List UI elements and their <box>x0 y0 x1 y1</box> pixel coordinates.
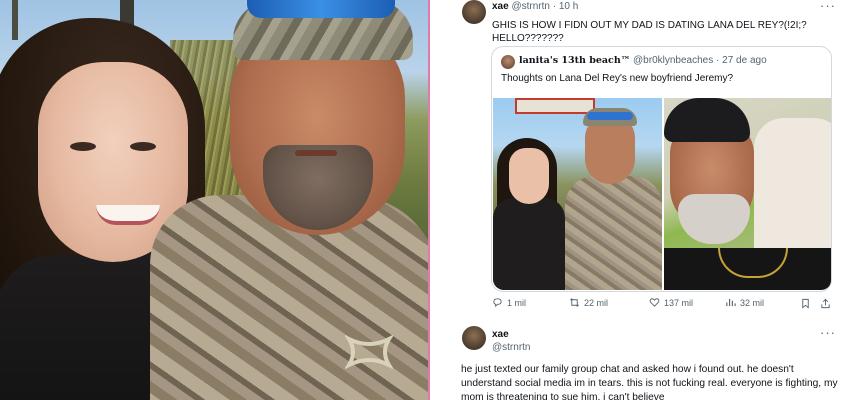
reply-count: 1 mil <box>507 297 527 308</box>
man-mouth <box>295 150 337 156</box>
avatar[interactable] <box>501 55 515 69</box>
retweet-count: 22 mil <box>584 297 609 308</box>
retweet-button[interactable]: 22 mil <box>569 297 608 308</box>
tweet-panel: xae @strnrtn · 10 h ··· GHIS IS HOW I FI… <box>432 0 860 400</box>
more-icon[interactable]: ··· <box>820 0 836 13</box>
woman-face <box>509 148 549 204</box>
separator: · <box>716 55 720 66</box>
views-icon <box>726 298 736 307</box>
avatar[interactable] <box>462 326 486 350</box>
view-count: 32 mil <box>740 297 765 308</box>
woman-smile <box>96 205 160 225</box>
man-black-cap <box>664 98 750 142</box>
tweet-text: he just texted our family group chat and… <box>461 364 838 400</box>
man-sunglasses <box>247 0 395 18</box>
man-camo-hoodie <box>565 176 662 290</box>
reply-button[interactable]: 1 mil <box>492 297 526 308</box>
like-icon <box>649 298 660 307</box>
tweet-text: GHIS IS HOW I FIDN OUT MY DAD IS DATING … <box>492 20 807 44</box>
woman-eye <box>130 142 156 151</box>
man-face <box>585 116 635 184</box>
separator: · <box>552 1 557 12</box>
tweet-actions: 1 mil 22 mil 137 mil 32 mil <box>492 297 832 313</box>
background-pole <box>12 0 18 40</box>
handle[interactable]: @strnrtn <box>492 342 531 353</box>
views-button[interactable]: 32 mil <box>725 297 764 308</box>
like-button[interactable]: 137 mil <box>649 297 693 308</box>
reply-icon <box>493 298 502 308</box>
background-sign <box>515 98 595 114</box>
pink-divider <box>428 0 430 400</box>
more-icon[interactable]: ··· <box>820 325 836 340</box>
handle[interactable]: @br0klynbeaches <box>633 55 713 66</box>
woman-eye <box>70 142 96 151</box>
photo-lana-and-man <box>0 0 430 400</box>
quoted-tweet[interactable]: lanita's 13th beach™ @br0klynbeaches · 2… <box>491 46 832 292</box>
avatar[interactable] <box>462 0 486 24</box>
under-armour-logo <box>345 335 393 369</box>
quoted-image-right[interactable] <box>664 98 831 290</box>
quoted-header: lanita's 13th beach™ @br0klynbeaches · 2… <box>519 55 767 66</box>
bookmark-icon[interactable] <box>800 298 811 309</box>
man-sunglasses <box>587 112 633 120</box>
woman-jacket <box>493 198 565 290</box>
handle[interactable]: @strnrtn <box>511 1 550 12</box>
quoted-text: Thoughts on Lana Del Rey's new boyfriend… <box>501 73 734 84</box>
display-name[interactable]: xae <box>492 329 509 340</box>
retweet-icon <box>570 298 579 307</box>
tweet-header: xae @strnrtn · 10 h <box>492 1 578 12</box>
display-name[interactable]: xae <box>492 1 509 12</box>
display-name[interactable]: lanita's 13th beach™ <box>519 55 630 66</box>
share-icon[interactable] <box>820 298 831 309</box>
timestamp[interactable]: 10 h <box>559 1 578 12</box>
like-count: 137 mil <box>664 297 694 308</box>
timestamp[interactable]: 27 de ago <box>722 55 767 66</box>
man-grey-beard <box>678 194 750 244</box>
quoted-image-left[interactable] <box>493 98 662 290</box>
